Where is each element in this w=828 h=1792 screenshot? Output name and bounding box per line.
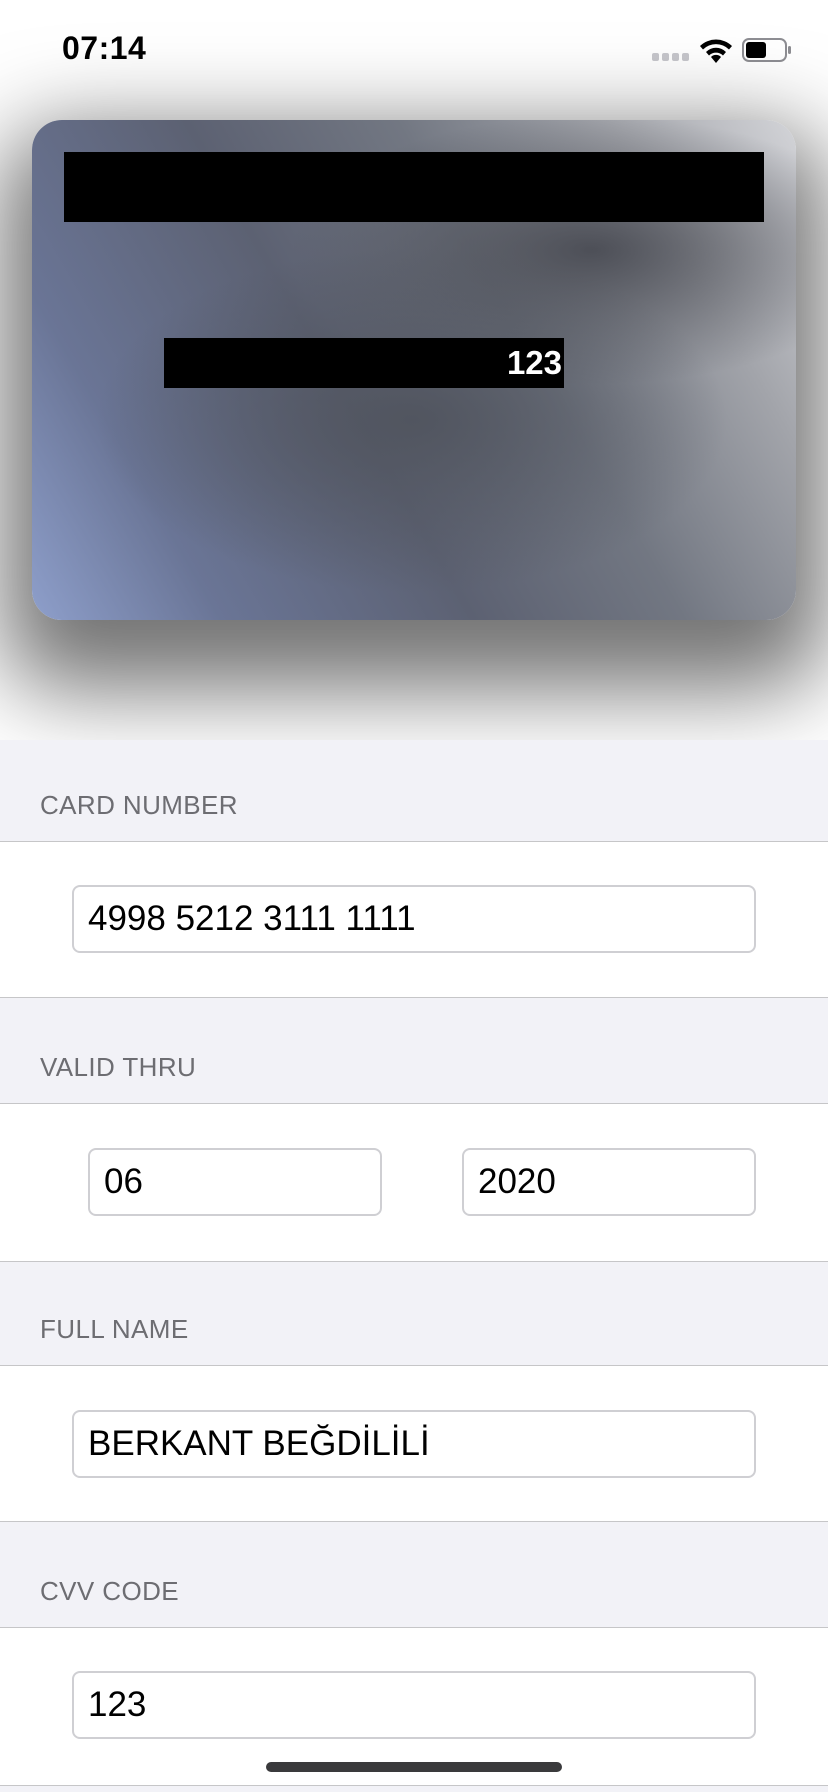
- status-bar: 07:14: [0, 0, 828, 100]
- magnetic-stripe: [64, 152, 764, 222]
- wifi-icon: [700, 39, 732, 63]
- valid-thru-header: VALID THRU: [0, 998, 828, 1104]
- full-name-header: FULL NAME: [0, 1262, 828, 1366]
- card-number-input[interactable]: [72, 885, 756, 953]
- full-name-label: FULL NAME: [40, 1314, 189, 1344]
- full-name-input[interactable]: [72, 1410, 756, 1478]
- battery-icon: [742, 38, 791, 62]
- full-name-section: [0, 1366, 828, 1522]
- cvv-code-input[interactable]: [72, 1671, 756, 1739]
- signal-icon: [652, 53, 690, 63]
- expiry-month-input[interactable]: [88, 1148, 382, 1216]
- valid-thru-label: VALID THRU: [40, 1052, 197, 1082]
- expiry-year-input[interactable]: [462, 1148, 756, 1216]
- signature-strip: 123: [164, 338, 564, 388]
- home-indicator[interactable]: [266, 1762, 562, 1772]
- valid-thru-section: [0, 1104, 828, 1262]
- cvv-code-label: CVV CODE: [40, 1576, 180, 1606]
- cvv-code-header: CVV CODE: [0, 1522, 828, 1628]
- credit-card-back: 123: [32, 120, 796, 620]
- card-number-label: CARD NUMBER: [40, 790, 238, 820]
- status-time: 07:14: [62, 30, 147, 66]
- card-number-header: CARD NUMBER: [0, 740, 828, 842]
- card-preview-area: 07:14 123: [0, 0, 828, 802]
- card-number-section: [0, 842, 828, 998]
- card-cvv-text: 123: [506, 344, 562, 381]
